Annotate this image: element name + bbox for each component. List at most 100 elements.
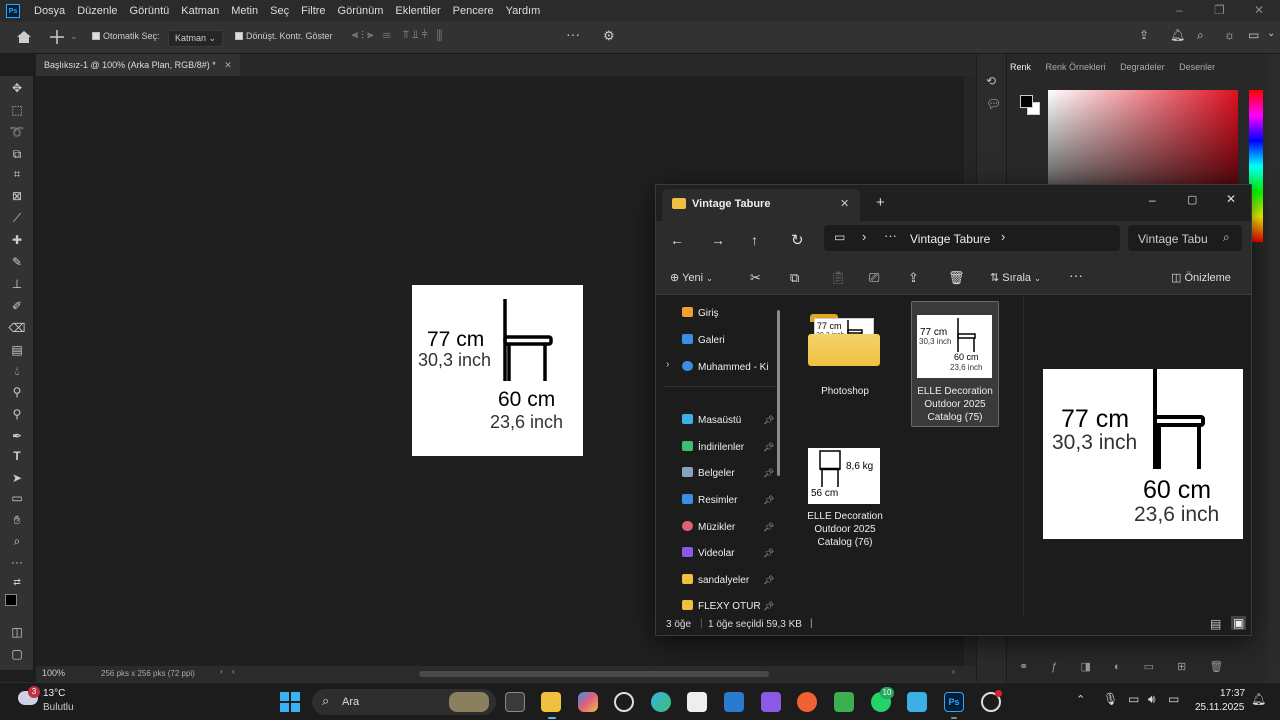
- sidebar-item-giris[interactable]: Giriş: [682, 305, 719, 323]
- edge-icon[interactable]: [651, 692, 671, 712]
- network-icon[interactable]: ▭: [1128, 692, 1139, 706]
- rename-icon[interactable]: ⎚: [869, 270, 879, 286]
- comments-icon[interactable]: 💬︎: [986, 97, 1001, 111]
- blur-tool-icon[interactable]: 💧︎: [8, 363, 26, 379]
- details-view-icon[interactable]: ▤: [1210, 617, 1221, 631]
- history-icon[interactable]: ⟲: [986, 74, 996, 88]
- sidebar-item-indirilenler[interactable]: İndirilenler: [682, 439, 744, 457]
- clone-stamp-icon[interactable]: ⊥: [8, 276, 26, 292]
- gradient-tool-icon[interactable]: ▤: [8, 342, 26, 358]
- object-select-tool-icon[interactable]: ⧉: [8, 146, 26, 162]
- sidebar-item-sandalyeler[interactable]: sandalyeler: [682, 572, 749, 590]
- battery-icon[interactable]: ▭: [1168, 692, 1179, 706]
- horizontal-scrollbar[interactable]: [419, 671, 769, 677]
- store-icon[interactable]: [687, 692, 707, 712]
- tool-preset-chevron-icon[interactable]: ⌄: [70, 31, 78, 42]
- move-tool-icon[interactable]: ✥: [8, 80, 26, 96]
- paste-icon[interactable]: 📋︎: [830, 270, 847, 286]
- windows-start-icon[interactable]: [280, 692, 300, 712]
- breadcrumb-next-icon[interactable]: ›: [1001, 229, 1005, 244]
- tab-desenler[interactable]: Desenler: [1179, 62, 1215, 72]
- home-icon[interactable]: [16, 30, 32, 44]
- panel-foreground-swatch[interactable]: [1020, 95, 1033, 108]
- hand-tool-icon[interactable]: ✋︎: [8, 512, 26, 528]
- menu-pencere[interactable]: Pencere: [447, 5, 500, 17]
- preview-button[interactable]: ◫ Önizleme: [1171, 271, 1231, 284]
- rectangle-tool-icon[interactable]: ▭: [8, 490, 26, 506]
- move-tool-icon[interactable]: [50, 30, 64, 44]
- scroll-left-icon[interactable]: ‹: [232, 667, 235, 676]
- sidebar-item-onedrive[interactable]: Muhammed - Ki: [682, 359, 769, 377]
- nodejs-icon[interactable]: [834, 692, 854, 712]
- eraser-tool-icon[interactable]: ⌫: [8, 320, 26, 336]
- bell-icon[interactable]: 🔔︎: [1170, 28, 1185, 42]
- refresh-icon[interactable]: ↻: [791, 231, 804, 249]
- clock-date[interactable]: 25.11.2025: [1195, 702, 1244, 713]
- visual-studio-icon[interactable]: [761, 692, 781, 712]
- up-arrow-icon[interactable]: ↑: [751, 232, 758, 248]
- postman-icon[interactable]: [797, 692, 817, 712]
- workspace-icon[interactable]: ▭: [1248, 28, 1259, 42]
- close-icon[interactable]: ✕: [1254, 3, 1264, 17]
- close-icon[interactable]: ✕: [1226, 192, 1236, 206]
- minimize-icon[interactable]: –: [1176, 3, 1183, 17]
- maximize-icon[interactable]: ❐: [1214, 3, 1225, 17]
- tab-renk-ornekleri[interactable]: Renk Örnekleri: [1046, 62, 1106, 72]
- pin-icon[interactable]: 📌︎: [763, 442, 774, 453]
- breadcrumb-overflow-icon[interactable]: ···: [884, 228, 897, 243]
- pin-icon[interactable]: 📌︎: [763, 468, 774, 479]
- search-input[interactable]: Vintage Tabu: [1138, 232, 1208, 246]
- folder-photoshop[interactable]: 77 cm 30,3 inch: [808, 312, 880, 370]
- weather-temp[interactable]: 13°C: [43, 688, 65, 699]
- gear-icon[interactable]: ⚙: [603, 28, 615, 44]
- microphone-icon[interactable]: 🎙︎: [1103, 692, 1118, 706]
- menu-yardim[interactable]: Yardım: [500, 5, 547, 17]
- sort-button[interactable]: ⇅ Sırala ⌄: [990, 271, 1041, 284]
- swap-colors-icon[interactable]: ⇄: [8, 574, 26, 590]
- menu-sec[interactable]: Seç: [264, 5, 295, 17]
- align-icons[interactable]: ⫷ ⫶ ⫸ ☰ ⫪ ⫫ ⫩ ⫼: [352, 29, 442, 42]
- photoshop-taskbar-icon[interactable]: Ps: [944, 692, 964, 712]
- close-tab-icon[interactable]: ✕: [224, 60, 232, 70]
- weather-desc[interactable]: Bulutlu: [43, 702, 74, 713]
- dodge-tool-icon[interactable]: ⚲: [8, 384, 26, 400]
- notepad-icon[interactable]: [907, 692, 927, 712]
- copy-icon[interactable]: ⧉: [790, 270, 799, 286]
- menu-duzenle[interactable]: Düzenle: [71, 5, 123, 17]
- menu-goruntu[interactable]: Görüntü: [124, 5, 176, 17]
- screen-mode-icon[interactable]: ▢: [8, 646, 26, 662]
- volume-icon[interactable]: 🔊︎: [1148, 692, 1156, 707]
- file-item-selected[interactable]: 77 cm 30,3 inch 60 cm 23,6 inch ELLE Dec…: [911, 301, 999, 427]
- breadcrumb[interactable]: Vintage Tabure: [910, 232, 990, 246]
- more-options-icon[interactable]: ···: [566, 26, 580, 42]
- auto-select-checkbox[interactable]: Otomatik Seç:: [92, 31, 160, 41]
- menu-katman[interactable]: Katman: [175, 5, 225, 17]
- back-arrow-icon[interactable]: ←: [670, 232, 684, 248]
- pin-icon[interactable]: 📌︎: [763, 575, 774, 586]
- sidebar-item-galeri[interactable]: Galeri: [682, 332, 725, 350]
- large-icons-view-icon[interactable]: ▣: [1231, 616, 1247, 630]
- menu-gorunum[interactable]: Görünüm: [332, 5, 390, 17]
- sidebar-item-resimler[interactable]: Resimler: [682, 492, 737, 510]
- new-button[interactable]: ⊕ Yeni ⌄: [670, 271, 713, 284]
- notification-bell-icon[interactable]: 🔔︎: [1251, 692, 1266, 706]
- cortana-icon[interactable]: [614, 692, 634, 712]
- share-icon[interactable]: ⇪: [1139, 28, 1149, 42]
- eyedropper-tool-icon[interactable]: ⟋: [8, 210, 26, 226]
- sidebar-item-muzikler[interactable]: Müzikler: [682, 519, 735, 537]
- pin-icon[interactable]: 📌︎: [763, 415, 774, 426]
- sidebar-item-masaustu[interactable]: Masaüstü: [682, 412, 741, 430]
- search-icon[interactable]: ⌕: [1197, 28, 1204, 43]
- discover-icon[interactable]: ☼: [1224, 28, 1235, 42]
- file-item-76-thumbnail[interactable]: 8,6 kg 56 cm: [808, 448, 880, 504]
- tab-degradeler[interactable]: Degradeler: [1120, 62, 1165, 72]
- document-canvas[interactable]: 77 cm 30,3 inch 60 cm 23,6 inch: [412, 285, 583, 456]
- explorer-tab[interactable]: Vintage Tabure ✕: [662, 189, 860, 221]
- maximize-icon[interactable]: ▢: [1187, 193, 1197, 206]
- crop-tool-icon[interactable]: ⌗: [8, 166, 26, 182]
- file-explorer-taskbar-icon[interactable]: [541, 692, 561, 712]
- new-tab-icon[interactable]: +: [876, 194, 885, 211]
- search-icon[interactable]: ⌕: [1223, 230, 1230, 245]
- zoom-level[interactable]: 100%: [42, 668, 65, 678]
- pin-icon[interactable]: 📌︎: [763, 495, 774, 506]
